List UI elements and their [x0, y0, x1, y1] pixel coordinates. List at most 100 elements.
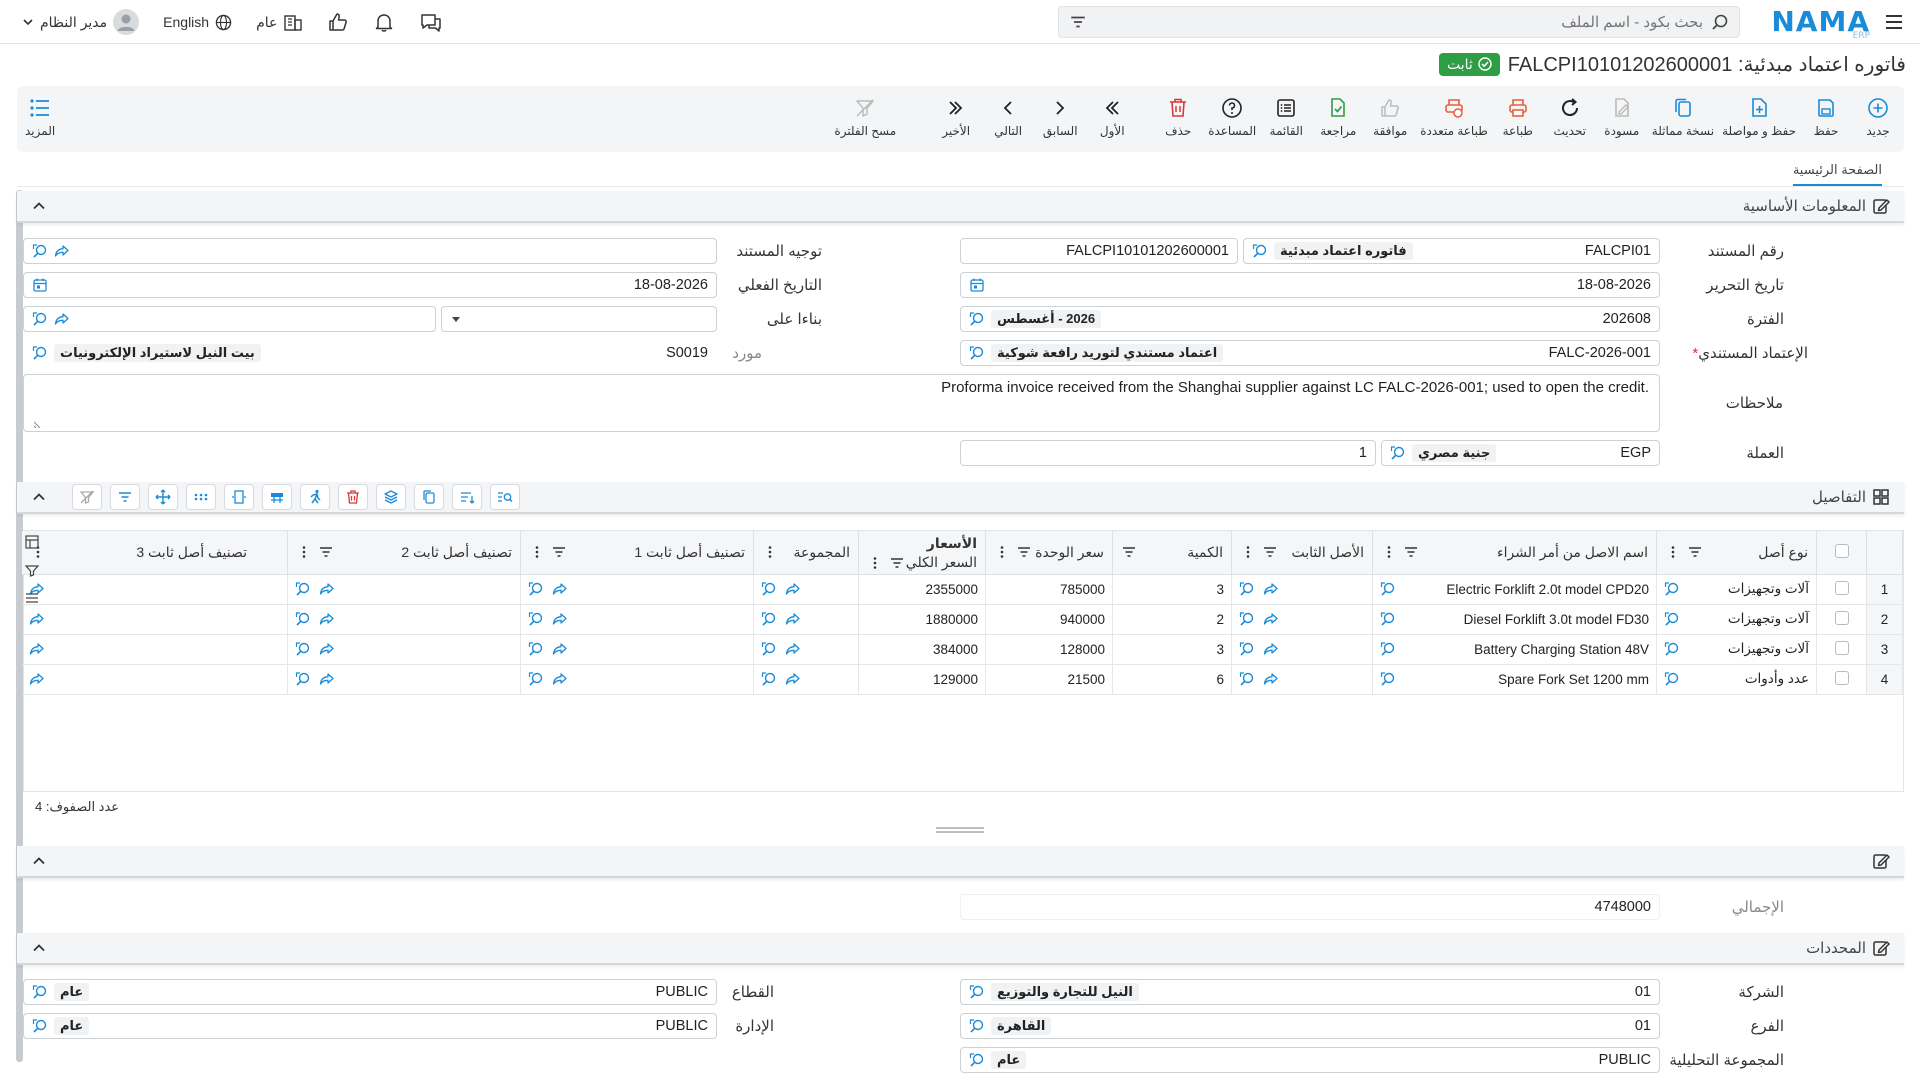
toolbar-list-button[interactable]: القائمة	[1260, 86, 1312, 152]
col-po-asset-name[interactable]: اسم الاصل من أمر الشراء	[1372, 531, 1657, 575]
search-link-icon[interactable]	[1380, 641, 1396, 657]
toolbar-save-button[interactable]: حفظ	[1800, 86, 1852, 152]
po-asset-name-cell[interactable]: Electric Forklift 2.0t model CPD20	[1372, 574, 1657, 605]
grid-move-button[interactable]	[148, 484, 178, 510]
tab-main[interactable]: الصفحة الرئيسية	[1792, 162, 1882, 186]
side-columns-icon[interactable]	[25, 591, 39, 605]
toolbar-print-button[interactable]: طباعة	[1492, 86, 1544, 152]
group-cell[interactable]	[753, 604, 859, 635]
search-link-icon[interactable]	[1239, 671, 1255, 687]
column-menu-icon[interactable]	[296, 544, 312, 560]
column-filter-icon[interactable]	[889, 555, 905, 571]
column-filter-icon[interactable]	[1687, 544, 1703, 560]
search-link-icon[interactable]	[1390, 445, 1406, 461]
search-input[interactable]	[1087, 13, 1703, 31]
qty-cell[interactable]: 3	[1112, 634, 1232, 665]
search-link-icon[interactable]	[528, 581, 544, 597]
asset-type-cell[interactable]: عدد وأدوات	[1656, 664, 1817, 695]
class3-cell[interactable]	[21, 664, 288, 695]
company-field[interactable]: 01 النيل للتجارة والتوزيع	[960, 979, 1660, 1005]
search-link-icon[interactable]	[1239, 581, 1255, 597]
row-checkbox[interactable]	[1834, 610, 1849, 625]
po-asset-name-cell[interactable]: Diesel Forklift 3.0t model FD30	[1372, 604, 1657, 635]
column-menu-icon[interactable]	[867, 555, 883, 571]
toolbar-draft-button[interactable]: مسودة	[1596, 86, 1648, 152]
toolbar-refresh-button[interactable]: تحديث	[1544, 86, 1596, 152]
unit-price-cell[interactable]: 785000	[985, 574, 1113, 605]
search-link-icon[interactable]	[528, 641, 544, 657]
column-menu-icon[interactable]	[994, 544, 1010, 560]
toolbar-approve-button[interactable]: موافقة	[1364, 86, 1416, 152]
class3-cell[interactable]	[21, 574, 288, 605]
search-link-icon[interactable]	[969, 1052, 985, 1068]
share-icon[interactable]	[319, 581, 335, 597]
toolbar-multi-print-button[interactable]: طباعة متعددة	[1416, 86, 1492, 152]
class3-cell[interactable]	[21, 634, 288, 665]
toolbar-last-button[interactable]: الأخير	[930, 86, 982, 152]
grid-filter-button[interactable]	[110, 484, 140, 510]
share-icon[interactable]	[552, 611, 568, 627]
col-class1[interactable]: تصنيف أصل ثابت 1	[520, 531, 754, 575]
col-total-price[interactable]: السعر الكلي	[858, 552, 986, 575]
class1-cell[interactable]	[520, 634, 754, 665]
search-link-icon[interactable]	[1664, 611, 1680, 627]
fixed-asset-cell[interactable]	[1231, 634, 1373, 665]
resize-handle-icon[interactable]	[34, 420, 42, 428]
share-icon[interactable]	[552, 581, 568, 597]
share-icon[interactable]	[54, 311, 70, 327]
share-icon[interactable]	[54, 243, 70, 259]
language-switch[interactable]: English	[151, 14, 244, 31]
row-checkbox[interactable]	[1834, 580, 1849, 595]
grid-layers-button[interactable]	[376, 484, 406, 510]
row-checkbox[interactable]	[1834, 670, 1849, 685]
share-icon[interactable]	[1263, 641, 1279, 657]
share-icon[interactable]	[29, 641, 45, 657]
column-filter-icon[interactable]	[1121, 544, 1137, 560]
class1-cell[interactable]	[520, 574, 754, 605]
global-search[interactable]	[1058, 6, 1740, 38]
class2-cell[interactable]	[287, 664, 521, 695]
select-all-checkbox[interactable]	[1834, 543, 1849, 558]
group-cell[interactable]	[753, 664, 859, 695]
grid-copy-button[interactable]	[414, 484, 444, 510]
po-asset-name-cell[interactable]: Battery Charging Station 48V	[1372, 634, 1657, 665]
share-icon[interactable]	[552, 641, 568, 657]
col-asset-type[interactable]: نوع أصل	[1656, 531, 1817, 575]
sector-field[interactable]: PUBLIC عام	[23, 979, 717, 1005]
qty-cell[interactable]: 2	[1112, 604, 1232, 635]
period-field[interactable]: 202608 2026 - أغسطس	[960, 306, 1660, 332]
col-class3[interactable]: تصنيف أصل ثابت 3	[21, 531, 288, 575]
share-icon[interactable]	[1263, 611, 1279, 627]
filter-icon[interactable]	[1069, 13, 1087, 31]
search-link-icon[interactable]	[1664, 671, 1680, 687]
search-link-icon[interactable]	[32, 1018, 48, 1034]
fixed-asset-cell[interactable]	[1231, 574, 1373, 605]
search-link-icon[interactable]	[295, 581, 311, 597]
messages-button[interactable]	[407, 11, 455, 33]
grid-fit-button[interactable]	[224, 484, 254, 510]
table-row[interactable]: 4 عدد وأدوات Spare Fork Set 1200 mm 6 21500 1…	[21, 664, 1903, 695]
more-button[interactable]: المزيد	[25, 96, 55, 138]
grid-apps-button[interactable]	[186, 484, 216, 510]
group-cell[interactable]	[753, 634, 859, 665]
search-link-icon[interactable]	[1664, 581, 1680, 597]
currency-field[interactable]: EGP جنية مصري	[1381, 440, 1660, 466]
grid-run-button[interactable]	[300, 484, 330, 510]
toolbar-first-button[interactable]: الأول	[1086, 86, 1138, 152]
collapse-icon[interactable]	[31, 489, 47, 505]
toolbar-delete-button[interactable]: حذف	[1152, 86, 1204, 152]
edit-date-field[interactable]: 18-08-2026	[960, 272, 1660, 298]
asset-type-cell[interactable]: آلات وتجهيزات	[1656, 574, 1817, 605]
column-menu-icon[interactable]	[529, 544, 545, 560]
column-filter-icon[interactable]	[1403, 544, 1419, 560]
share-icon[interactable]	[319, 611, 335, 627]
grid-clear-filter-button[interactable]	[72, 484, 102, 510]
share-icon[interactable]	[319, 641, 335, 657]
column-filter-icon[interactable]	[318, 544, 334, 560]
scope-switch[interactable]: عام	[244, 13, 315, 31]
search-link-icon[interactable]	[761, 641, 777, 657]
table-row[interactable]: 2 آلات وتجهيزات Diesel Forklift 3.0t model…	[21, 604, 1903, 635]
column-menu-icon[interactable]	[762, 544, 778, 560]
class2-cell[interactable]	[287, 604, 521, 635]
branch-field[interactable]: 01 القاهرة	[960, 1013, 1660, 1039]
